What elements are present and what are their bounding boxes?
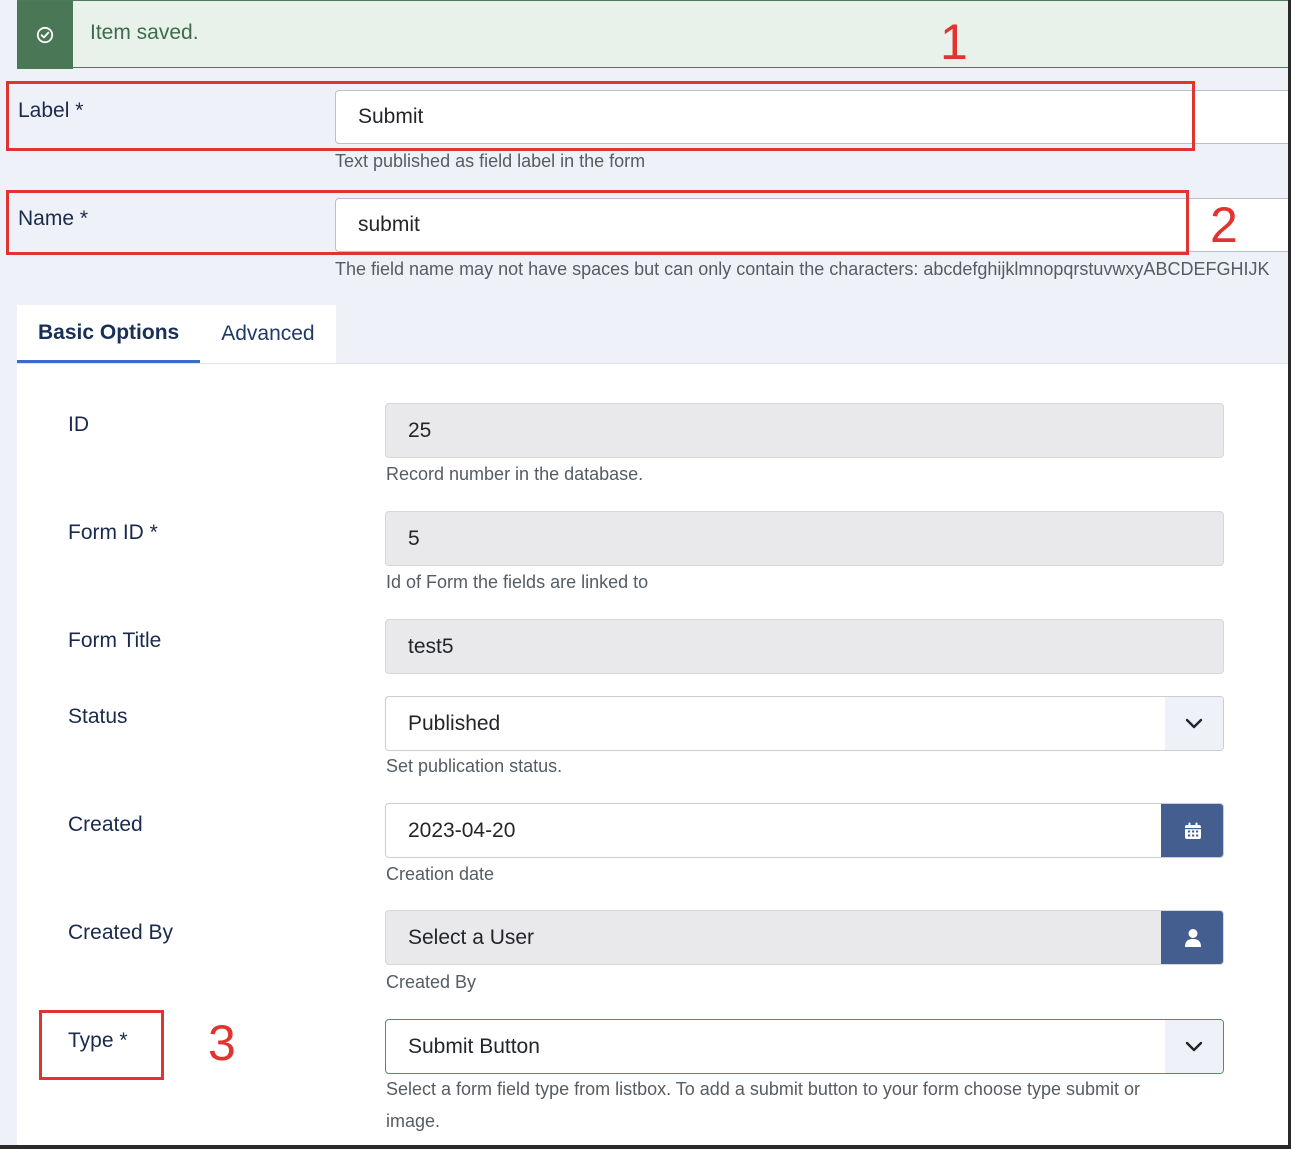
id-field: 25 bbox=[385, 403, 1224, 458]
created-by-field[interactable]: Select a User bbox=[385, 910, 1224, 965]
annotation-number-1: 1 bbox=[940, 14, 968, 70]
alert-message: Item saved. bbox=[90, 21, 199, 44]
form-id-field: 5 bbox=[385, 511, 1224, 566]
tab-advanced[interactable]: Advanced bbox=[200, 305, 336, 363]
created-hint: Creation date bbox=[386, 864, 495, 884]
calendar-button[interactable] bbox=[1161, 804, 1223, 857]
annotation-box-2 bbox=[6, 190, 1189, 255]
annotation-number-3: 3 bbox=[208, 1015, 236, 1071]
id-hint: Record number in the database. bbox=[386, 464, 644, 484]
status-label: Status bbox=[68, 705, 128, 728]
chevron-down-icon bbox=[1185, 1041, 1203, 1051]
annotation-box-1 bbox=[6, 81, 1195, 151]
type-select-value: Submit Button bbox=[408, 1035, 540, 1058]
type-hint-line1: Select a form field type from listbox. T… bbox=[386, 1079, 1141, 1099]
type-caret bbox=[1165, 1020, 1223, 1073]
created-date-value: 2023-04-20 bbox=[408, 819, 516, 842]
annotation-number-2: 2 bbox=[1210, 197, 1238, 253]
status-hint: Set publication status. bbox=[386, 756, 563, 776]
tab-basic-options[interactable]: Basic Options bbox=[17, 305, 201, 363]
type-select[interactable]: Submit Button bbox=[385, 1019, 1224, 1074]
label-field-hint: Text published as field label in the for… bbox=[335, 151, 646, 171]
status-select-value: Published bbox=[408, 712, 501, 735]
created-label: Created bbox=[68, 813, 143, 836]
status-select[interactable]: Published bbox=[385, 696, 1224, 751]
select-user-button[interactable] bbox=[1161, 911, 1223, 964]
form-title-label: Form Title bbox=[68, 629, 162, 652]
form-id-label: Form ID * bbox=[68, 521, 158, 544]
name-field-hint: The field name may not have spaces but c… bbox=[335, 259, 1270, 279]
form-id-hint: Id of Form the fields are linked to bbox=[386, 572, 649, 592]
calendar-icon bbox=[1184, 822, 1201, 839]
chevron-down-icon bbox=[1185, 718, 1203, 728]
form-page: Item saved. Label * Submit Text publishe… bbox=[0, 0, 1291, 1149]
type-hint-line2: image. bbox=[386, 1111, 441, 1131]
created-by-value: Select a User bbox=[408, 926, 535, 949]
form-title-field: test5 bbox=[385, 619, 1224, 674]
created-date-field[interactable]: 2023-04-20 bbox=[385, 803, 1224, 858]
alert-icon-box bbox=[17, 1, 73, 69]
user-icon bbox=[1184, 928, 1201, 947]
success-alert: Item saved. bbox=[17, 0, 1289, 69]
created-by-label: Created By bbox=[68, 921, 174, 944]
status-caret bbox=[1165, 697, 1223, 750]
id-label: ID bbox=[68, 413, 89, 436]
frame-edge-bottom bbox=[0, 1145, 1291, 1149]
tab-bar: Basic Options Advanced bbox=[17, 305, 336, 363]
check-circle-icon bbox=[36, 26, 54, 44]
created-by-hint: Created By bbox=[386, 972, 477, 992]
annotation-box-3 bbox=[39, 1010, 164, 1080]
